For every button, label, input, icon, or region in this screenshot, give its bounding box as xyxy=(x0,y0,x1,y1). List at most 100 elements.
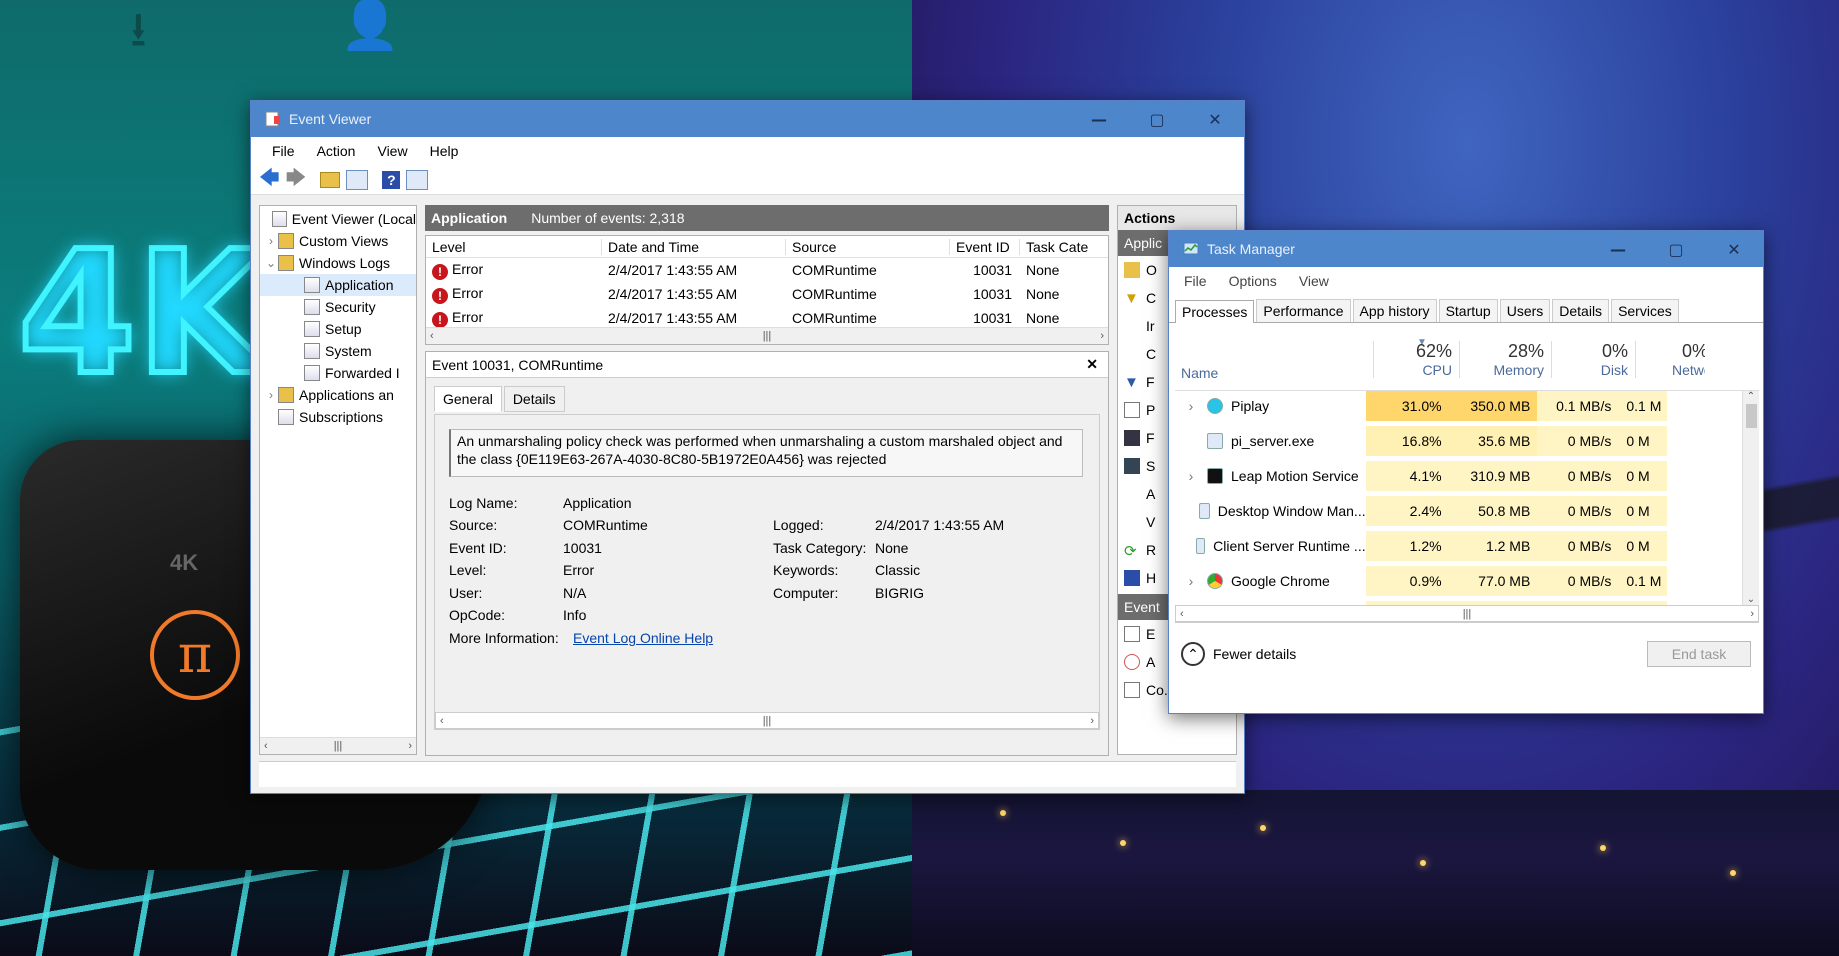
scroll-up-icon[interactable]: ⌃ xyxy=(1743,391,1759,402)
tree-root[interactable]: Event Viewer (Local xyxy=(260,208,416,230)
logged-label: Logged: xyxy=(773,517,824,533)
tab-details[interactable]: Details xyxy=(1552,299,1610,322)
task-manager-footer: ⌃ Fewer details End task xyxy=(1169,629,1763,679)
action-label: C xyxy=(1146,290,1157,306)
menu-options[interactable]: Options xyxy=(1218,273,1288,289)
event-level: ! Error xyxy=(426,309,602,328)
tab-startup[interactable]: Startup xyxy=(1438,299,1498,322)
event-list-hscrollbar[interactable]: ‹ ||| › xyxy=(426,327,1108,344)
event-detail-pane: Event 10031, COMRuntime ✕ General Detail… xyxy=(425,351,1109,756)
maximize-button[interactable]: ▢ xyxy=(1128,101,1186,137)
tab-users[interactable]: Users xyxy=(1499,299,1551,322)
chevron-right-icon[interactable]: › xyxy=(264,234,278,248)
log-icon xyxy=(304,299,320,315)
app-icon xyxy=(1199,503,1210,519)
chevron-right-icon[interactable]: › xyxy=(264,388,278,402)
tree-label: Applications an xyxy=(299,387,394,403)
col-cpu[interactable]: 62% CPU xyxy=(1373,341,1459,378)
col-date[interactable]: Date and Time xyxy=(602,238,786,255)
level-value: Error xyxy=(563,562,595,578)
scroll-down-icon[interactable]: ⌄ xyxy=(1743,594,1759,605)
menu-file[interactable]: File xyxy=(261,143,306,159)
minimize-button[interactable]: — xyxy=(1589,231,1647,267)
save-icon xyxy=(1124,458,1140,474)
tree-log-forwarded[interactable]: Forwarded I xyxy=(260,362,416,384)
process-row[interactable]: › Google Chrome 0.9% 77.0 MB 0 MB/s 0.1 M xyxy=(1175,566,1667,596)
event-log-online-help-link[interactable]: Event Log Online Help xyxy=(573,630,713,646)
tree-log-system[interactable]: System xyxy=(260,340,416,362)
tab-services[interactable]: Services xyxy=(1611,299,1679,322)
process-row[interactable]: Desktop Window Man... 2.4% 50.8 MB 0 MB/s 0 … xyxy=(1175,496,1667,526)
process-row[interactable]: › Leap Motion Service 4.1% 310.9 MB 0 MB/s 0 … xyxy=(1175,461,1667,491)
menu-view[interactable]: View xyxy=(366,143,418,159)
log-title: Application xyxy=(431,210,508,226)
folder-icon xyxy=(278,387,294,403)
chevron-right-icon[interactable]: › xyxy=(1181,398,1201,414)
col-level[interactable]: Level xyxy=(426,238,602,255)
tree-log-application[interactable]: Application xyxy=(260,274,416,296)
process-network: 0 M xyxy=(1618,461,1667,491)
log-icon xyxy=(304,277,320,293)
process-row[interactable]: Client Server Runtime ... 1.2% 1.2 MB 0 MB/… xyxy=(1175,531,1667,561)
task-manager-titlebar[interactable]: Task Manager — ▢ ✕ xyxy=(1169,231,1763,267)
chevron-right-icon[interactable]: › xyxy=(1181,468,1201,484)
tab-performance[interactable]: Performance xyxy=(1256,299,1351,322)
menu-action[interactable]: Action xyxy=(306,143,367,159)
maximize-button[interactable]: ▢ xyxy=(1647,231,1705,267)
tab-details[interactable]: Details xyxy=(503,386,565,412)
process-row[interactable]: › Piplay 31.0% 350.0 MB 0.1 MB/s 0.1 M xyxy=(1175,391,1667,421)
minimize-button[interactable]: — xyxy=(1070,101,1128,137)
fewer-details-link[interactable]: Fewer details xyxy=(1213,646,1296,662)
forward-arrow-icon[interactable]: 🡆 xyxy=(286,163,307,197)
col-event-id[interactable]: Event ID xyxy=(950,238,1020,255)
event-viewer-titlebar[interactable]: Event Viewer — ▢ ✕ xyxy=(251,101,1244,137)
tree-log-security[interactable]: Security xyxy=(260,296,416,318)
col-name[interactable]: Name xyxy=(1181,365,1218,381)
detail-hscrollbar[interactable]: ‹ ||| › xyxy=(435,712,1099,729)
event-level: ! Error xyxy=(426,285,602,304)
tree-windows-logs[interactable]: ⌄ Windows Logs xyxy=(260,252,416,274)
refresh-icon: ⟳ xyxy=(1124,543,1137,560)
navigation-tree: Event Viewer (Local › Custom Views ⌄ Windo… xyxy=(259,205,417,755)
show-pane-icon[interactable] xyxy=(346,169,369,190)
tree-subscriptions[interactable]: Subscriptions xyxy=(260,406,416,428)
menu-view[interactable]: View xyxy=(1288,273,1340,289)
chevron-up-circle-icon[interactable]: ⌃ xyxy=(1181,642,1205,666)
tab-general[interactable]: General xyxy=(434,386,502,412)
menu-help[interactable]: Help xyxy=(419,143,470,159)
tab-app-history[interactable]: App history xyxy=(1352,299,1437,322)
event-id-value: 10031 xyxy=(563,540,602,556)
chevron-down-icon[interactable]: ⌄ xyxy=(264,256,278,270)
process-hscrollbar[interactable]: ‹ ||| › xyxy=(1175,605,1759,622)
scroll-thumb[interactable] xyxy=(1745,404,1757,428)
col-memory[interactable]: 28% Memory xyxy=(1459,341,1551,378)
close-button[interactable]: ✕ xyxy=(1705,231,1763,267)
open-folder-icon[interactable] xyxy=(320,171,341,188)
end-task-button[interactable]: End task xyxy=(1647,641,1751,667)
close-detail-icon[interactable]: ✕ xyxy=(1086,356,1108,373)
tree-custom-views[interactable]: › Custom Views xyxy=(260,230,416,252)
properties-icon[interactable] xyxy=(406,169,429,190)
event-row[interactable]: ! Error 2/4/2017 1:43:55 AM COMRuntime 10… xyxy=(426,282,1108,306)
tab-processes[interactable]: Processes xyxy=(1175,300,1255,323)
help-icon[interactable]: ? xyxy=(382,170,401,189)
col-task[interactable]: Task Cate xyxy=(1020,239,1090,255)
event-level: ! Error xyxy=(426,261,602,280)
chevron-right-icon[interactable]: › xyxy=(1181,573,1201,589)
process-name: Desktop Window Man... xyxy=(1217,503,1366,519)
tree-log-setup[interactable]: Setup xyxy=(260,318,416,340)
close-button[interactable]: ✕ xyxy=(1186,101,1244,137)
process-row[interactable]: pi_server.exe 16.8% 35.6 MB 0 MB/s 0 M xyxy=(1175,426,1667,456)
tree-hscrollbar[interactable]: ‹ ||| › xyxy=(260,737,416,754)
action-label: P xyxy=(1146,402,1156,418)
menu-file[interactable]: File xyxy=(1173,273,1218,289)
event-row[interactable]: ! Error 2/4/2017 1:43:55 AM COMRuntime 10… xyxy=(426,258,1108,282)
back-arrow-icon[interactable]: 🡄 xyxy=(259,163,280,197)
tree-applications[interactable]: › Applications an xyxy=(260,384,416,406)
process-vscrollbar[interactable]: ⌃ ⌄ xyxy=(1742,391,1759,605)
col-source[interactable]: Source xyxy=(786,238,950,255)
menu-bar: File Action View Help xyxy=(251,137,1244,165)
properties-icon xyxy=(1124,626,1140,642)
col-network[interactable]: 0%Networ xyxy=(1635,341,1705,378)
col-disk[interactable]: 0% Disk xyxy=(1551,341,1635,378)
